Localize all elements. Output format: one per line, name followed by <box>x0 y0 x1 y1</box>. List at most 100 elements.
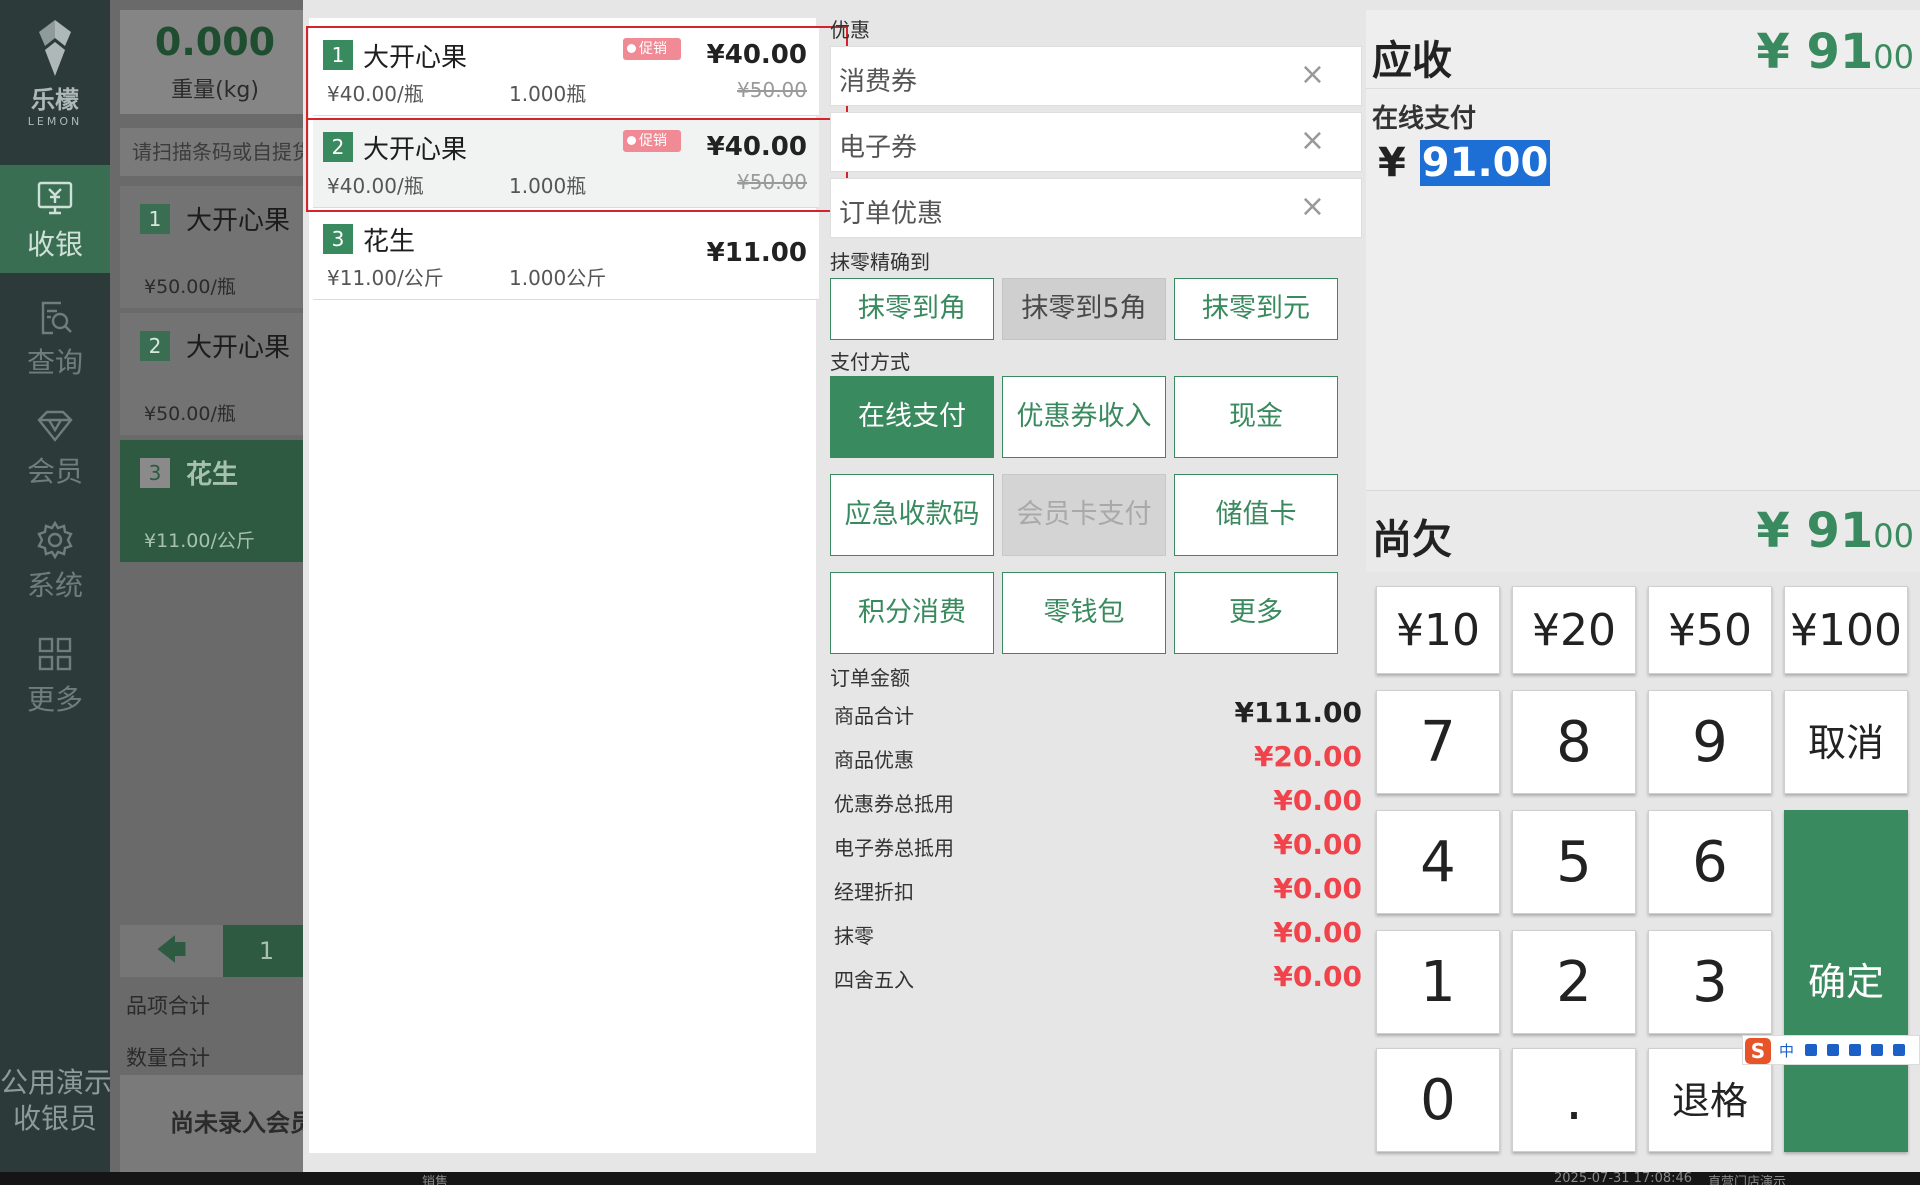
close-icon[interactable]: × <box>1300 123 1325 158</box>
pay-coupon-income-button[interactable]: 优惠券收入 <box>1002 376 1166 458</box>
quick-amount-20[interactable]: ¥20 <box>1512 586 1636 674</box>
key-4[interactable]: 4 <box>1376 810 1500 914</box>
scan-input[interactable]: 请扫描条码或自提货 <box>120 128 310 176</box>
item-number: 1 <box>140 204 170 234</box>
skin-icon[interactable] <box>1871 1044 1883 1056</box>
item-price: ¥11.00/公斤 <box>144 530 255 552</box>
coupon-label: 电子券 <box>839 133 918 163</box>
pay-member-card-button: 会员卡支付 <box>1002 474 1166 556</box>
amount-label: 优惠券总抵用 <box>834 792 954 816</box>
key-3[interactable]: 3 <box>1648 930 1772 1034</box>
item-price: ¥50.00/瓶 <box>144 403 236 425</box>
brand-name: 乐檬 <box>31 86 79 114</box>
online-pay-value[interactable]: 91.00 <box>1419 140 1551 186</box>
punctuation-icon[interactable] <box>1805 1044 1817 1056</box>
owed-int: ¥ 91 <box>1756 503 1874 559</box>
qty-total-label: 数量合计 <box>126 1046 210 1070</box>
amount-value: ¥20.00 <box>1253 740 1362 773</box>
search-doc-icon <box>41 301 72 335</box>
row-qty: 1.000公斤 <box>509 266 607 290</box>
operator-role: 收银员 <box>12 1102 97 1135</box>
pay-online-button[interactable]: 在线支付 <box>830 376 994 458</box>
operator-info: 公用演示2 收银员 <box>0 1065 110 1137</box>
row-qty: 1.000瓶 <box>509 174 587 198</box>
pay-more-button[interactable]: 更多 <box>1174 572 1338 654</box>
pay-points-button[interactable]: 积分消费 <box>830 572 994 654</box>
confirm-key[interactable]: 确定 <box>1784 810 1908 1152</box>
cart-item[interactable]: 1 大开心果 ¥50.00/瓶 <box>120 186 310 308</box>
page-number[interactable]: 1 <box>223 925 310 977</box>
key-2[interactable]: 2 <box>1512 930 1636 1034</box>
order-row[interactable]: 3 花生 ¥11.00/公斤 1.000公斤 ¥11.00 <box>313 210 819 300</box>
nav-item-query[interactable]: 查询 <box>0 283 110 391</box>
round-to-jiao-button[interactable]: 抹零到角 <box>830 278 994 340</box>
round-to-yuan-button[interactable]: 抹零到元 <box>1174 278 1338 340</box>
round-to-5jiao-button[interactable]: 抹零到5角 <box>1002 278 1166 340</box>
weight-unit: 重量(kg) <box>171 78 259 103</box>
payment-title: 支付方式 <box>830 350 910 374</box>
toolbox-icon[interactable] <box>1893 1044 1905 1056</box>
cart-item-selected[interactable]: 3 花生 ¥11.00/公斤 <box>120 440 310 562</box>
cart-pager: 🡄 1 <box>120 925 310 977</box>
owed-dec: 00 <box>1873 517 1914 555</box>
nav-label: 更多 <box>26 683 83 716</box>
pay-stored-value-button[interactable]: 储值卡 <box>1174 474 1338 556</box>
cancel-key[interactable]: 取消 <box>1784 690 1908 794</box>
order-row[interactable]: 2 大开心果 促销 ¥40.00/瓶 1.000瓶 ¥40.00 ¥50.00 <box>313 118 819 208</box>
key-5[interactable]: 5 <box>1512 810 1636 914</box>
owed-amount: ¥ 9100 <box>1756 503 1914 559</box>
row-number: 1 <box>323 40 353 70</box>
row-name: 花生 <box>363 227 416 257</box>
row-unit-price: ¥40.00/瓶 <box>327 82 424 106</box>
key-8[interactable]: 8 <box>1512 690 1636 794</box>
coupon-label: 消费券 <box>839 67 918 97</box>
cart-item[interactable]: 2 大开心果 ¥50.00/瓶 <box>120 313 310 435</box>
keyboard-icon[interactable] <box>1849 1044 1861 1056</box>
member-hint[interactable]: 尚未录入会员 <box>120 1075 310 1172</box>
close-icon[interactable]: × <box>1300 57 1325 92</box>
item-price: ¥50.00/瓶 <box>144 276 236 298</box>
mic-icon[interactable] <box>1827 1044 1839 1056</box>
amount-label: 电子券总抵用 <box>834 836 954 860</box>
quick-amount-100[interactable]: ¥100 <box>1784 586 1908 674</box>
quick-amount-50[interactable]: ¥50 <box>1648 586 1772 674</box>
weight-value: 0.000 <box>154 20 276 64</box>
key-1[interactable]: 1 <box>1376 930 1500 1034</box>
key-7[interactable]: 7 <box>1376 690 1500 794</box>
scale-display: 0.000 重量(kg) <box>120 10 310 114</box>
nav-label: 查询 <box>26 346 83 379</box>
back-arrow-icon[interactable]: 🡄 <box>120 925 223 977</box>
tag-icon <box>627 136 636 145</box>
store-name: 公用演示2 <box>0 1066 110 1099</box>
pay-wallet-button[interactable]: 零钱包 <box>1002 572 1166 654</box>
ime-toolbar[interactable]: S 中 <box>1742 1035 1920 1065</box>
key-dot[interactable]: . <box>1512 1048 1636 1152</box>
coupon-order[interactable]: 订单优惠 × <box>830 178 1362 238</box>
key-9[interactable]: 9 <box>1648 690 1772 794</box>
amount-row: 商品合计 ¥111.00 <box>834 696 1362 729</box>
amount-label: 商品优惠 <box>834 748 914 772</box>
ime-mode[interactable]: 中 <box>1779 1040 1794 1061</box>
nav-item-system[interactable]: 系统 <box>0 506 110 614</box>
settlement-panel: 应收 ¥ 9100 在线支付 ¥ 91.00 尚欠 ¥ 9100 ¥10 ¥20… <box>1366 0 1920 1172</box>
pay-cash-button[interactable]: 现金 <box>1174 376 1338 458</box>
nav-item-member[interactable]: 会员 <box>0 392 110 500</box>
pay-emergency-qr-button[interactable]: 应急收款码 <box>830 474 994 556</box>
online-pay-input[interactable]: ¥ 91.00 <box>1378 140 1551 186</box>
nav-item-more[interactable]: 更多 <box>0 620 110 728</box>
row-total: ¥40.00 <box>706 132 807 162</box>
amount-row: 商品优惠 ¥20.00 <box>834 740 1362 773</box>
nav-item-checkout[interactable]: 收银 <box>0 165 110 273</box>
brand-sub: LEMON <box>27 115 83 128</box>
close-icon[interactable]: × <box>1300 189 1325 224</box>
amount-value: ¥0.00 <box>1273 916 1362 949</box>
coupon-consumption[interactable]: 消费券 × <box>830 46 1362 106</box>
coupon-electronic[interactable]: 电子券 × <box>830 112 1362 172</box>
key-6[interactable]: 6 <box>1648 810 1772 914</box>
quick-amount-10[interactable]: ¥10 <box>1376 586 1500 674</box>
receivable-dec: 00 <box>1873 38 1914 76</box>
order-list: 1 大开心果 促销 ¥40.00/瓶 1.000瓶 ¥40.00 ¥50.00 … <box>309 18 819 1153</box>
taskbar-app[interactable]: 销售 <box>422 1171 448 1185</box>
order-row[interactable]: 1 大开心果 促销 ¥40.00/瓶 1.000瓶 ¥40.00 ¥50.00 <box>313 26 819 116</box>
key-0[interactable]: 0 <box>1376 1048 1500 1152</box>
